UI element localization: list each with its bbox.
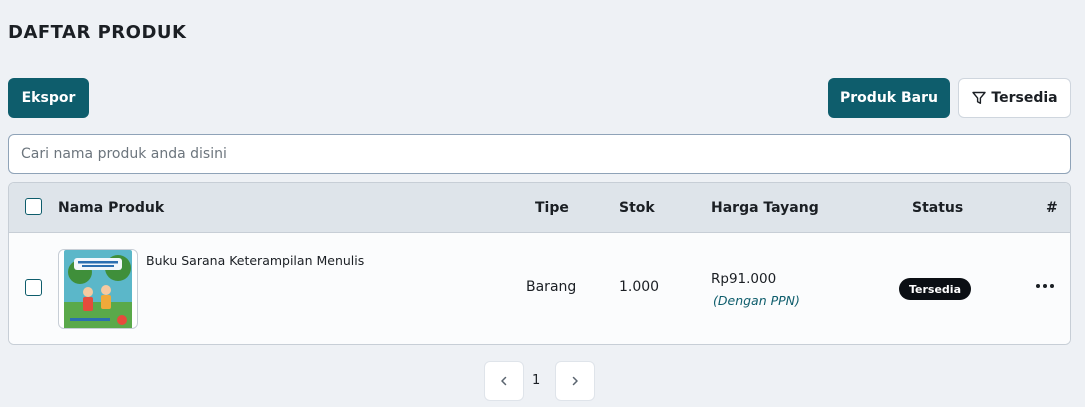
- product-stock: 1.000: [619, 279, 660, 295]
- chevron-right-icon: [572, 376, 578, 386]
- product-type: Barang: [526, 279, 577, 295]
- column-header-stock[interactable]: Stok: [619, 183, 655, 232]
- new-product-button[interactable]: Produk Baru: [828, 78, 950, 118]
- search-input[interactable]: [8, 134, 1071, 174]
- previous-page-button[interactable]: [484, 361, 524, 401]
- more-actions-icon[interactable]: [1035, 279, 1055, 293]
- product-price-note: (Dengan PPN): [713, 293, 800, 308]
- current-page-number[interactable]: 1: [532, 373, 540, 388]
- chevron-left-icon: [501, 376, 507, 386]
- product-thumbnail[interactable]: [58, 249, 138, 329]
- book-cover-icon: [64, 250, 132, 328]
- column-header-type[interactable]: Tipe: [535, 183, 569, 232]
- export-button[interactable]: Ekspor: [8, 78, 89, 118]
- filter-icon: [972, 91, 987, 104]
- column-header-actions: #: [1046, 199, 1058, 216]
- filter-button-label: Tersedia: [991, 90, 1058, 106]
- column-header-status[interactable]: Status: [912, 183, 963, 232]
- select-all-checkbox[interactable]: [25, 198, 42, 215]
- status-badge: Tersedia: [899, 278, 972, 300]
- product-table: Nama Produk Tipe Stok Harga Tayang Statu…: [8, 182, 1071, 345]
- table-row[interactable]: Buku Sarana Keterampilan Menulis Barang …: [9, 233, 1070, 344]
- page-title: DAFTAR PRODUK: [8, 22, 187, 43]
- table-header: Nama Produk Tipe Stok Harga Tayang Statu…: [9, 183, 1070, 233]
- product-price: Rp91.000: [711, 271, 777, 287]
- next-page-button[interactable]: [555, 361, 595, 401]
- product-name[interactable]: Buku Sarana Keterampilan Menulis: [146, 253, 364, 268]
- row-checkbox[interactable]: [25, 279, 42, 296]
- column-header-name[interactable]: Nama Produk: [58, 183, 164, 232]
- column-header-price[interactable]: Harga Tayang: [711, 183, 819, 232]
- filter-button[interactable]: Tersedia: [958, 78, 1071, 118]
